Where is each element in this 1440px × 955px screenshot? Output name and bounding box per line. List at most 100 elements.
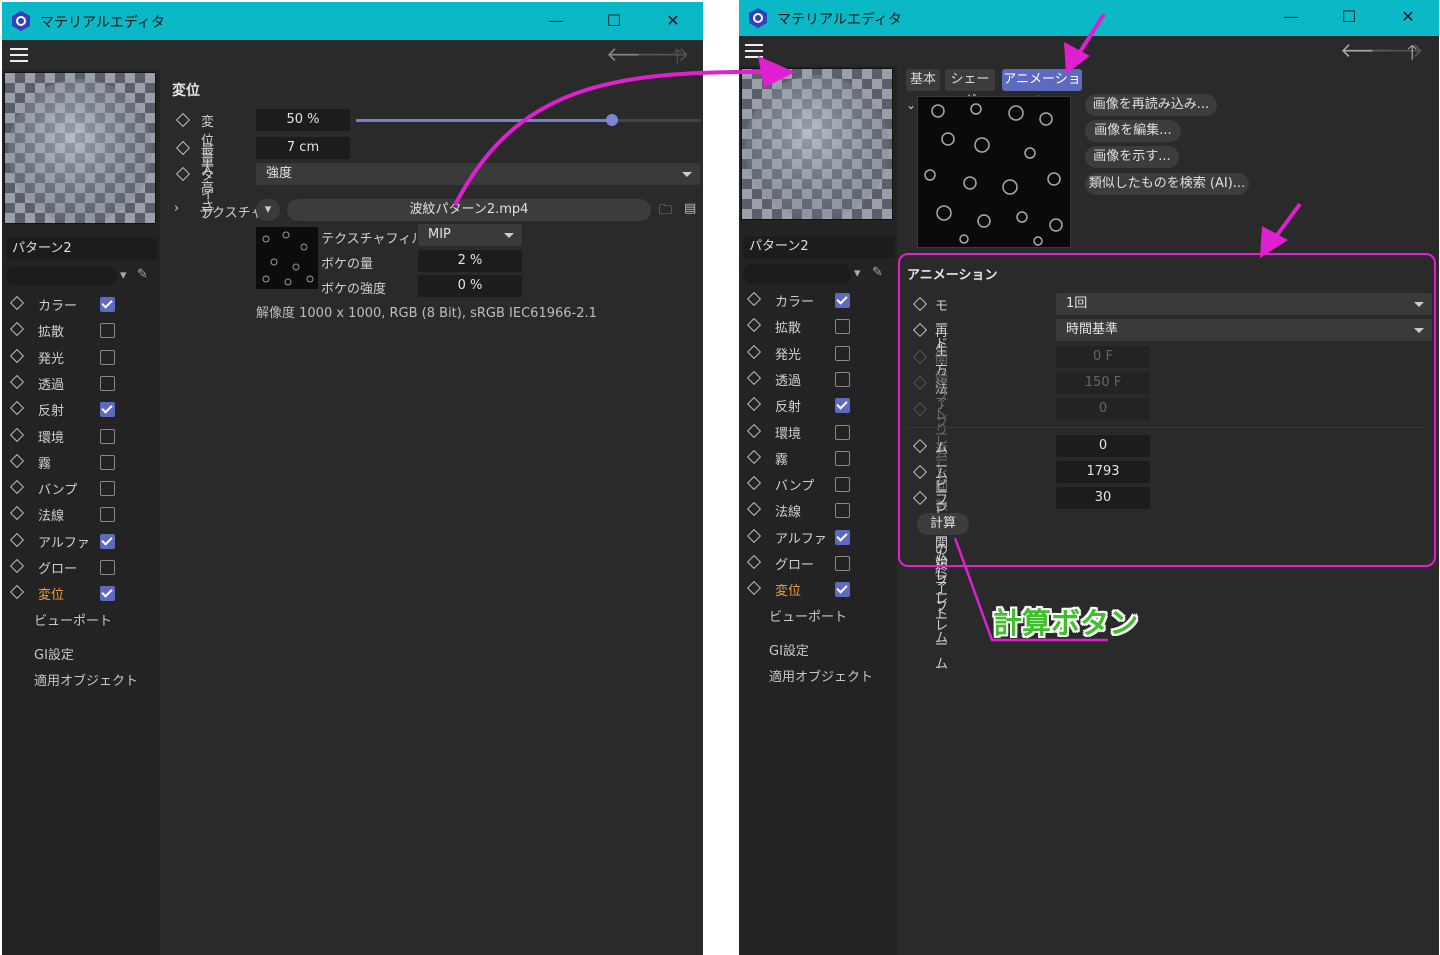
channel-row[interactable]: アルファ xyxy=(745,526,895,548)
channel-checkbox[interactable] xyxy=(835,293,850,308)
type-dropdown[interactable]: 強度 xyxy=(256,163,700,185)
channel-checkbox[interactable] xyxy=(835,371,850,387)
amount-slider-knob[interactable] xyxy=(606,114,618,126)
keyframe-diamond-icon[interactable] xyxy=(746,370,762,385)
channel-checkbox[interactable] xyxy=(100,533,115,549)
channel-search-input[interactable] xyxy=(743,264,851,284)
filter-dropdown[interactable]: MIP xyxy=(418,224,522,246)
channel-row[interactable]: 発光 xyxy=(8,346,158,368)
channel-row[interactable]: アルファ xyxy=(8,530,158,552)
channel-checkbox[interactable] xyxy=(835,503,850,519)
channel-checkbox[interactable] xyxy=(100,560,115,575)
up-arrow-icon[interactable]: 🡑 xyxy=(1407,38,1417,72)
channel-row[interactable]: 拡散 xyxy=(8,319,158,341)
texture-menu-button[interactable]: ▾ xyxy=(256,199,280,221)
channel-row[interactable]: バンプ xyxy=(8,477,158,499)
channel-row[interactable]: 発光 xyxy=(745,342,895,364)
keyframe-diamond-icon[interactable] xyxy=(9,348,25,363)
keyframe-diamond-icon[interactable] xyxy=(746,449,762,464)
channel-row[interactable]: 霧 xyxy=(745,447,895,469)
channel-checkbox[interactable] xyxy=(835,529,850,545)
keyframe-diamond-icon[interactable] xyxy=(746,318,762,333)
show-image-button[interactable]: 画像を示す... xyxy=(1085,146,1179,168)
maximize-button[interactable]: ☐ xyxy=(1334,4,1364,30)
archive-icon[interactable]: ▤ xyxy=(684,201,696,216)
channel-checkbox[interactable] xyxy=(835,345,850,361)
keyframe-diamond-icon[interactable] xyxy=(746,581,762,596)
channel-checkbox[interactable] xyxy=(100,297,115,312)
collapse-chevron-icon[interactable]: ⌄ xyxy=(906,98,916,112)
maximize-button[interactable]: ☐ xyxy=(599,8,629,34)
keyframe-diamond-icon[interactable] xyxy=(9,453,25,468)
channel-item-viewport[interactable]: ビューポート xyxy=(769,606,847,625)
channel-row[interactable]: 拡散 xyxy=(745,315,895,337)
channel-item-gi[interactable]: GI設定 xyxy=(34,644,74,663)
channel-checkbox[interactable] xyxy=(835,556,850,571)
close-button[interactable]: ✕ xyxy=(1393,4,1423,30)
keyframe-diamond-icon[interactable] xyxy=(746,397,762,412)
channel-checkbox[interactable] xyxy=(100,481,115,497)
find-similar-ai-button[interactable]: 類似したものを検索 (AI)... xyxy=(1085,173,1249,195)
close-button[interactable]: ✕ xyxy=(658,8,688,34)
channel-row[interactable]: 変位 xyxy=(8,582,158,604)
keyframe-diamond-icon[interactable] xyxy=(746,554,762,570)
keyframe-diamond-icon[interactable] xyxy=(175,112,191,128)
dropdown-chevron-icon[interactable]: ▾ xyxy=(120,268,127,283)
blur-offset-field[interactable]: 2 % xyxy=(418,250,522,272)
keyframe-diamond-icon[interactable] xyxy=(9,480,25,495)
keyframe-diamond-icon[interactable] xyxy=(9,295,25,311)
hamburger-menu-icon[interactable] xyxy=(10,48,28,62)
channel-item-assignment[interactable]: 適用オブジェクト xyxy=(769,666,873,685)
channel-row[interactable]: 環境 xyxy=(8,425,158,447)
channel-item-assignment[interactable]: 適用オブジェクト xyxy=(34,670,138,689)
keyframe-diamond-icon[interactable] xyxy=(746,344,762,359)
up-arrow-icon[interactable]: 🡑 xyxy=(672,42,682,76)
tab-basic[interactable]: 基本 xyxy=(906,69,940,91)
tab-animation[interactable]: アニメーション xyxy=(1002,69,1082,109)
channel-checkbox[interactable] xyxy=(100,454,115,470)
channel-row[interactable]: 透過 xyxy=(745,368,895,390)
channel-checkbox[interactable] xyxy=(100,586,115,602)
channel-item-viewport[interactable]: ビューポート xyxy=(34,610,112,629)
channel-search-input[interactable] xyxy=(6,266,118,286)
channel-row[interactable]: 反射 xyxy=(745,394,895,416)
keyframe-diamond-icon[interactable] xyxy=(9,427,25,442)
keyframe-diamond-icon[interactable] xyxy=(175,166,191,182)
channel-row[interactable]: 法線 xyxy=(745,499,895,521)
blur-scale-field[interactable]: 0 % xyxy=(418,275,522,297)
keyframe-diamond-icon[interactable] xyxy=(9,558,25,574)
material-name-field[interactable]: パターン2 xyxy=(743,236,895,258)
channel-row[interactable]: カラー xyxy=(745,289,895,311)
keyframe-diamond-icon[interactable] xyxy=(746,528,762,543)
keyframe-diamond-icon[interactable] xyxy=(9,322,25,337)
keyframe-diamond-icon[interactable] xyxy=(9,506,25,521)
expand-chevron-icon[interactable]: › xyxy=(174,201,179,216)
hamburger-menu-icon[interactable] xyxy=(745,44,763,58)
channel-row[interactable]: カラー xyxy=(8,293,158,315)
channel-checkbox[interactable] xyxy=(835,477,850,493)
keyframe-diamond-icon[interactable] xyxy=(9,401,25,416)
edit-image-button[interactable]: 画像を編集... xyxy=(1085,120,1181,142)
channel-checkbox[interactable] xyxy=(100,402,115,418)
channel-row[interactable]: 霧 xyxy=(8,451,158,473)
channel-checkbox[interactable] xyxy=(100,349,115,365)
channel-checkbox[interactable] xyxy=(835,319,850,335)
channel-row[interactable]: 透過 xyxy=(8,372,158,394)
keyframe-diamond-icon[interactable] xyxy=(746,476,762,491)
minimize-button[interactable]: — xyxy=(541,8,571,34)
keyframe-diamond-icon[interactable] xyxy=(746,502,762,517)
folder-icon[interactable]: 🗀 xyxy=(659,201,672,223)
channel-checkbox[interactable] xyxy=(100,428,115,444)
channel-row[interactable]: 環境 xyxy=(745,421,895,443)
keyframe-diamond-icon[interactable] xyxy=(175,140,191,156)
channel-row[interactable]: 法線 xyxy=(8,503,158,525)
max-height-field[interactable]: 7 cm xyxy=(256,137,350,159)
channel-checkbox[interactable] xyxy=(835,424,850,440)
channel-row[interactable]: グロー xyxy=(8,556,158,578)
keyframe-diamond-icon[interactable] xyxy=(9,585,25,600)
eyedropper-icon[interactable]: ✎ xyxy=(872,265,883,280)
channel-checkbox[interactable] xyxy=(100,323,115,339)
channel-checkbox[interactable] xyxy=(835,450,850,466)
material-name-field[interactable]: パターン2 xyxy=(6,238,158,260)
eyedropper-icon[interactable]: ✎ xyxy=(137,267,148,282)
